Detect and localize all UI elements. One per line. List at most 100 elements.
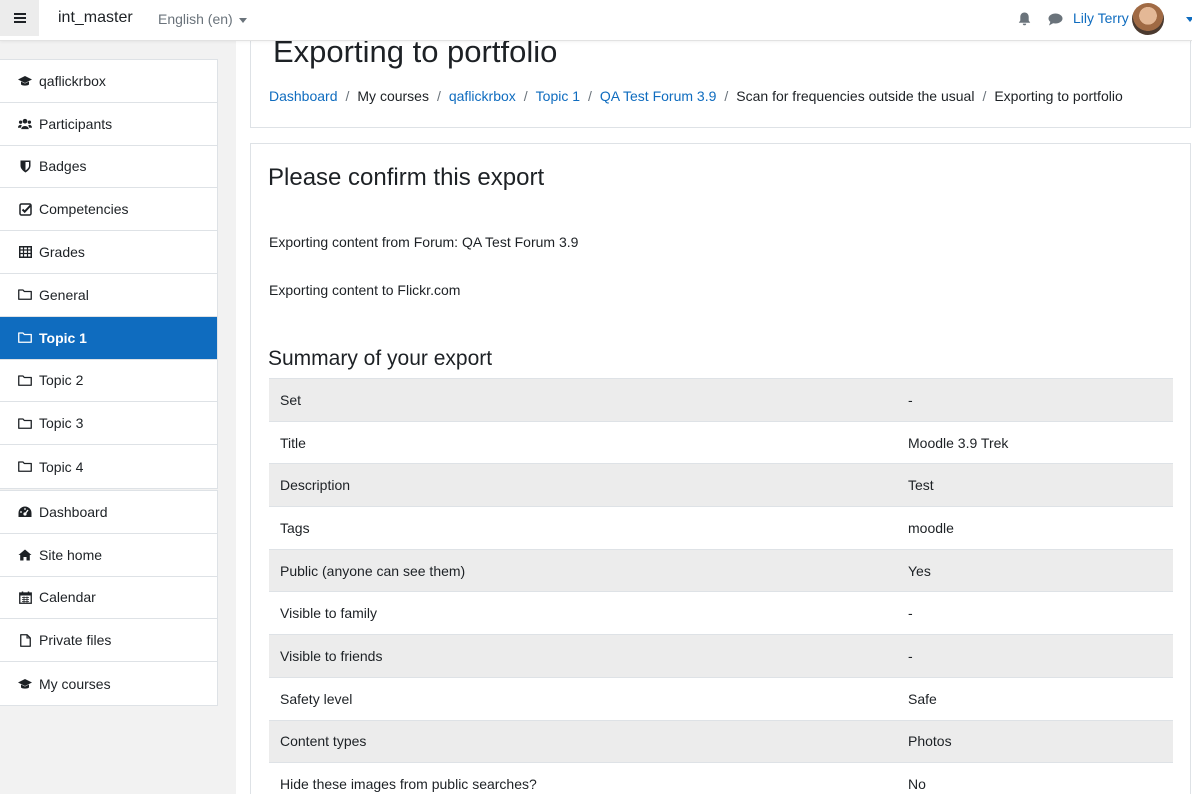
graduation-cap-icon <box>18 677 32 691</box>
sidebar-item-competencies[interactable]: Competencies <box>0 188 217 232</box>
chat-icon[interactable] <box>1048 13 1063 26</box>
folder-icon <box>18 331 32 345</box>
site-nav-group: Dashboard Site home Calendar Private files M… <box>0 490 218 706</box>
sidebar-item-grades[interactable]: Grades <box>0 231 217 274</box>
summary-label: Safety level <box>269 676 897 720</box>
summary-label: Description <box>269 463 897 507</box>
summary-label: Set <box>269 378 897 422</box>
user-menu-chevron-icon[interactable] <box>1186 17 1192 22</box>
table-row: Public (anyone can see them) Yes <box>269 548 1173 592</box>
bell-icon[interactable] <box>1018 12 1031 26</box>
export-confirm-card: Please confirm this export Exporting con… <box>250 143 1191 794</box>
check-square-icon <box>18 202 32 216</box>
drawer-toggle-button[interactable] <box>0 0 39 36</box>
sidebar-item-topic-1[interactable]: Topic 1 <box>0 316 217 360</box>
sidebar-item-label: General <box>39 286 89 303</box>
summary-value: - <box>897 634 1173 678</box>
table-row: Description Test <box>269 463 1173 507</box>
sidebar-item-label: Topic 1 <box>39 329 87 346</box>
course-nav-group: qaflickrbox Participants Badges Competencie… <box>0 59 218 489</box>
chevron-down-icon <box>238 17 247 23</box>
summary-label: Visible to friends <box>269 634 897 678</box>
summary-value: - <box>897 591 1173 635</box>
breadcrumb-item: Scan for frequencies outside the usual <box>736 88 975 104</box>
breadcrumb-item[interactable]: QA Test Forum 3.9 <box>600 88 716 104</box>
language-menu[interactable]: English (en) <box>158 11 247 27</box>
table-row: Visible to friends - <box>269 634 1173 678</box>
breadcrumb-item[interactable]: Dashboard <box>269 88 338 104</box>
sidebar-item-calendar[interactable]: Calendar <box>0 577 217 620</box>
sidebar-item-qaflickrbox[interactable]: qaflickrbox <box>0 60 217 103</box>
summary-value: Test <box>897 463 1173 507</box>
breadcrumb-separator: / <box>345 88 350 104</box>
user-name-link[interactable]: Lily Terry <box>1073 10 1129 26</box>
sidebar-item-general[interactable]: General <box>0 274 217 317</box>
summary-value: Photos <box>897 719 1173 763</box>
main-region: Exporting to portfolio Dashboard / My cour… <box>236 34 1192 794</box>
sidebar-item-topic-3[interactable]: Topic 3 <box>0 402 217 446</box>
table-row: Visible to family - <box>269 591 1173 635</box>
folder-icon <box>18 416 32 430</box>
breadcrumb-item[interactable]: qaflickrbox <box>449 88 516 104</box>
table-row: Content types Photos <box>269 719 1173 763</box>
sidebar-item-badges[interactable]: Badges <box>0 146 217 189</box>
summary-value: - <box>897 378 1173 422</box>
breadcrumb: Dashboard / My courses / qaflickrbox / Topic 1… <box>269 88 1123 104</box>
sidebar-item-label: Topic 3 <box>39 415 84 432</box>
sidebar-item-participants[interactable]: Participants <box>0 103 217 146</box>
export-from-text: Exporting content from Forum: QA Test Fo… <box>269 234 579 250</box>
breadcrumb-item: My courses <box>357 88 429 104</box>
sidebar-item-label: My courses <box>39 675 111 692</box>
folder-icon <box>18 373 32 387</box>
file-icon <box>18 633 32 647</box>
export-summary-table: Set - Title Moodle 3.9 Trek Description Test T… <box>269 378 1173 794</box>
table-icon <box>18 245 32 259</box>
sidebar-item-private-files[interactable]: Private files <box>0 619 217 663</box>
users-icon <box>18 117 32 131</box>
summary-label: Title <box>269 420 897 464</box>
site-name[interactable]: int_master <box>58 9 133 27</box>
shield-icon <box>18 159 32 173</box>
sidebar-item-dashboard[interactable]: Dashboard <box>0 491 217 534</box>
summary-value: No <box>897 762 1173 794</box>
breadcrumb-separator: / <box>523 88 528 104</box>
summary-label: Hide these images from public searches? <box>269 762 897 794</box>
folder-icon <box>18 460 32 474</box>
table-row: Hide these images from public searches? N… <box>269 762 1173 794</box>
breadcrumb-separator: / <box>724 88 729 104</box>
sidebar-item-label: Competencies <box>39 201 129 218</box>
avatar[interactable] <box>1132 3 1164 35</box>
summary-label: Tags <box>269 506 897 550</box>
nav-drawer: qaflickrbox Participants Badges Competencie… <box>0 41 236 794</box>
breadcrumb-item: Exporting to portfolio <box>994 88 1123 104</box>
sidebar-item-site-home[interactable]: Site home <box>0 534 217 577</box>
sidebar-item-label: Topic 4 <box>39 458 84 475</box>
sidebar-item-label: Dashboard <box>39 503 108 520</box>
sidebar-item-label: Grades <box>39 244 85 261</box>
sidebar-item-topic-4[interactable]: Topic 4 <box>0 445 217 488</box>
table-row: Tags moodle <box>269 506 1173 550</box>
calendar-icon <box>18 590 32 604</box>
sidebar-item-my-courses[interactable]: My courses <box>0 662 217 705</box>
summary-value: Safe <box>897 676 1173 720</box>
summary-heading: Summary of your export <box>268 347 493 370</box>
folder-icon <box>18 288 32 302</box>
sidebar-item-topic-2[interactable]: Topic 2 <box>0 360 217 403</box>
sidebar-item-label: Private files <box>39 632 112 649</box>
breadcrumb-item[interactable]: Topic 1 <box>536 88 580 104</box>
breadcrumb-separator: / <box>436 88 441 104</box>
page-header: Exporting to portfolio Dashboard / My cour… <box>250 34 1191 128</box>
sidebar-item-label: Site home <box>39 546 103 563</box>
menu-icon <box>13 13 26 23</box>
summary-label: Public (anyone can see them) <box>269 548 897 592</box>
breadcrumb-separator: / <box>982 88 987 104</box>
table-row: Safety level Safe <box>269 676 1173 720</box>
table-row: Set - <box>269 378 1173 422</box>
sidebar-item-label: Participants <box>39 115 113 132</box>
sidebar-item-label: Badges <box>39 158 87 175</box>
sidebar-item-label: qaflickrbox <box>39 72 106 89</box>
top-navbar: int_master English (en) Lily Terry <box>0 0 1192 41</box>
dashboard-icon <box>18 505 32 519</box>
sidebar-item-label: Calendar <box>39 589 96 606</box>
summary-value: moodle <box>897 506 1173 550</box>
